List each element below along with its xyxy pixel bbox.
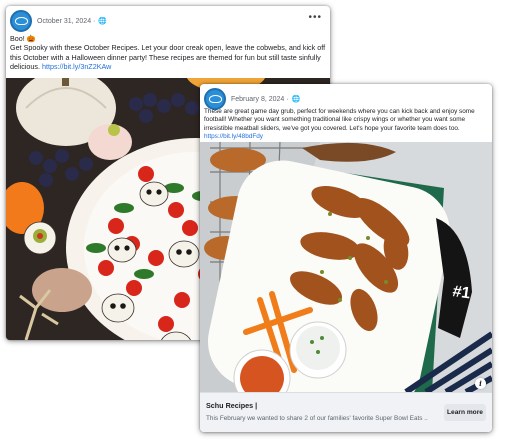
post-date[interactable]: October 31, 2024 ·: [37, 18, 95, 25]
post-text-line: this October with a Halloween dinner par…: [10, 52, 321, 62]
learn-more-button[interactable]: Learn more: [444, 404, 486, 421]
post-text: Boo! 🎃 Get Spooky with these October Rec…: [10, 34, 326, 72]
logo-mark-icon: [208, 95, 222, 103]
info-icon[interactable]: i: [475, 378, 486, 389]
post-header: February 8, 2024 · 🌐: [204, 88, 300, 110]
post-text-line: delicious. https://bit.ly/3nZ2KAw: [10, 62, 324, 71]
post-text: These are great game day grub, perfect f…: [204, 108, 488, 142]
globe-icon: 🌐: [98, 18, 108, 25]
post-link[interactable]: https://bit.ly/3nZ2KAw: [42, 62, 111, 71]
post-text-line: football! Whether you want something tra…: [204, 116, 466, 124]
link-preview-description: This February we wanted to share 2 of ou…: [206, 415, 428, 422]
globe-icon: 🌐: [291, 96, 301, 103]
wings-platter-illustration: #1: [200, 142, 492, 392]
avatar[interactable]: [10, 10, 32, 32]
logo-mark-icon: [14, 17, 28, 25]
post-link[interactable]: https://bit.ly/48bdFdy: [204, 133, 488, 141]
post-text-line: Boo! 🎃: [10, 34, 36, 43]
post-text-line: Get Spooky with these October Recipes. L…: [10, 43, 326, 53]
foam-finger-number: #1: [451, 283, 471, 302]
post-date[interactable]: February 8, 2024 ·: [231, 96, 289, 103]
post-header: October 31, 2024 · 🌐: [10, 10, 107, 32]
post-text-line: These are great game day grub, perfect f…: [204, 108, 475, 115]
post-text-line: irresistible meatball sliders, we've got…: [204, 124, 460, 132]
post-text-line-end: delicious.: [10, 62, 42, 72]
chicken-wings-photo[interactable]: #1: [200, 142, 492, 392]
post-card-game-day: February 8, 2024 · 🌐 These are great gam…: [200, 84, 492, 432]
link-preview-title: Schu Recipes |: [206, 401, 258, 410]
more-options-icon[interactable]: •••: [308, 12, 322, 23]
avatar[interactable]: [204, 88, 226, 110]
link-preview-footer[interactable]: i Schu Recipes | This February we wanted…: [200, 378, 492, 432]
